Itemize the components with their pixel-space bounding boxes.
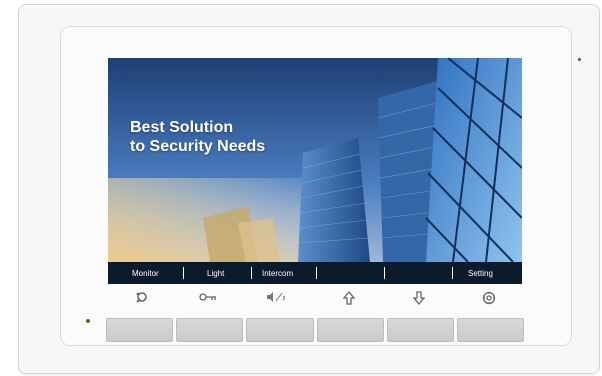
menu-separator xyxy=(384,267,385,279)
down-arrow-icon xyxy=(409,291,429,307)
city-skyline-background xyxy=(108,58,522,284)
up-arrow-icon xyxy=(339,290,359,307)
menu-separator xyxy=(452,267,453,279)
settings-icon xyxy=(479,291,499,307)
key-icon xyxy=(198,291,218,307)
hardware-key-settings[interactable] xyxy=(456,318,525,342)
hardware-key-unlock[interactable] xyxy=(106,318,174,342)
menu-light[interactable]: Light xyxy=(207,269,224,278)
hardware-keys xyxy=(106,318,525,342)
menu-separator xyxy=(183,267,184,279)
indicator-led-left xyxy=(86,319,90,323)
menu-setting[interactable]: Setting xyxy=(468,269,493,278)
hardware-key-up[interactable] xyxy=(316,318,384,342)
indicator-led-right xyxy=(578,58,581,61)
menu-separator xyxy=(316,267,317,279)
hardware-key-light[interactable] xyxy=(176,318,244,342)
hardware-key-down[interactable] xyxy=(386,318,454,342)
promo-headline: Best Solution to Security Needs xyxy=(130,118,265,156)
headline-line-1: Best Solution xyxy=(130,119,234,136)
headline-line-2: to Security Needs xyxy=(130,138,266,155)
hardware-key-volume[interactable] xyxy=(246,318,314,342)
soft-key-menu-bar: Monitor Light Intercom Setting xyxy=(108,262,522,284)
display-screen: Best Solution to Security Needs Monitor … xyxy=(108,58,522,284)
menu-intercom[interactable]: Intercom xyxy=(262,269,293,278)
unlock-icon xyxy=(131,291,151,307)
menu-monitor[interactable]: Monitor xyxy=(132,269,159,278)
menu-separator xyxy=(251,267,252,279)
volume-icon xyxy=(266,291,286,307)
